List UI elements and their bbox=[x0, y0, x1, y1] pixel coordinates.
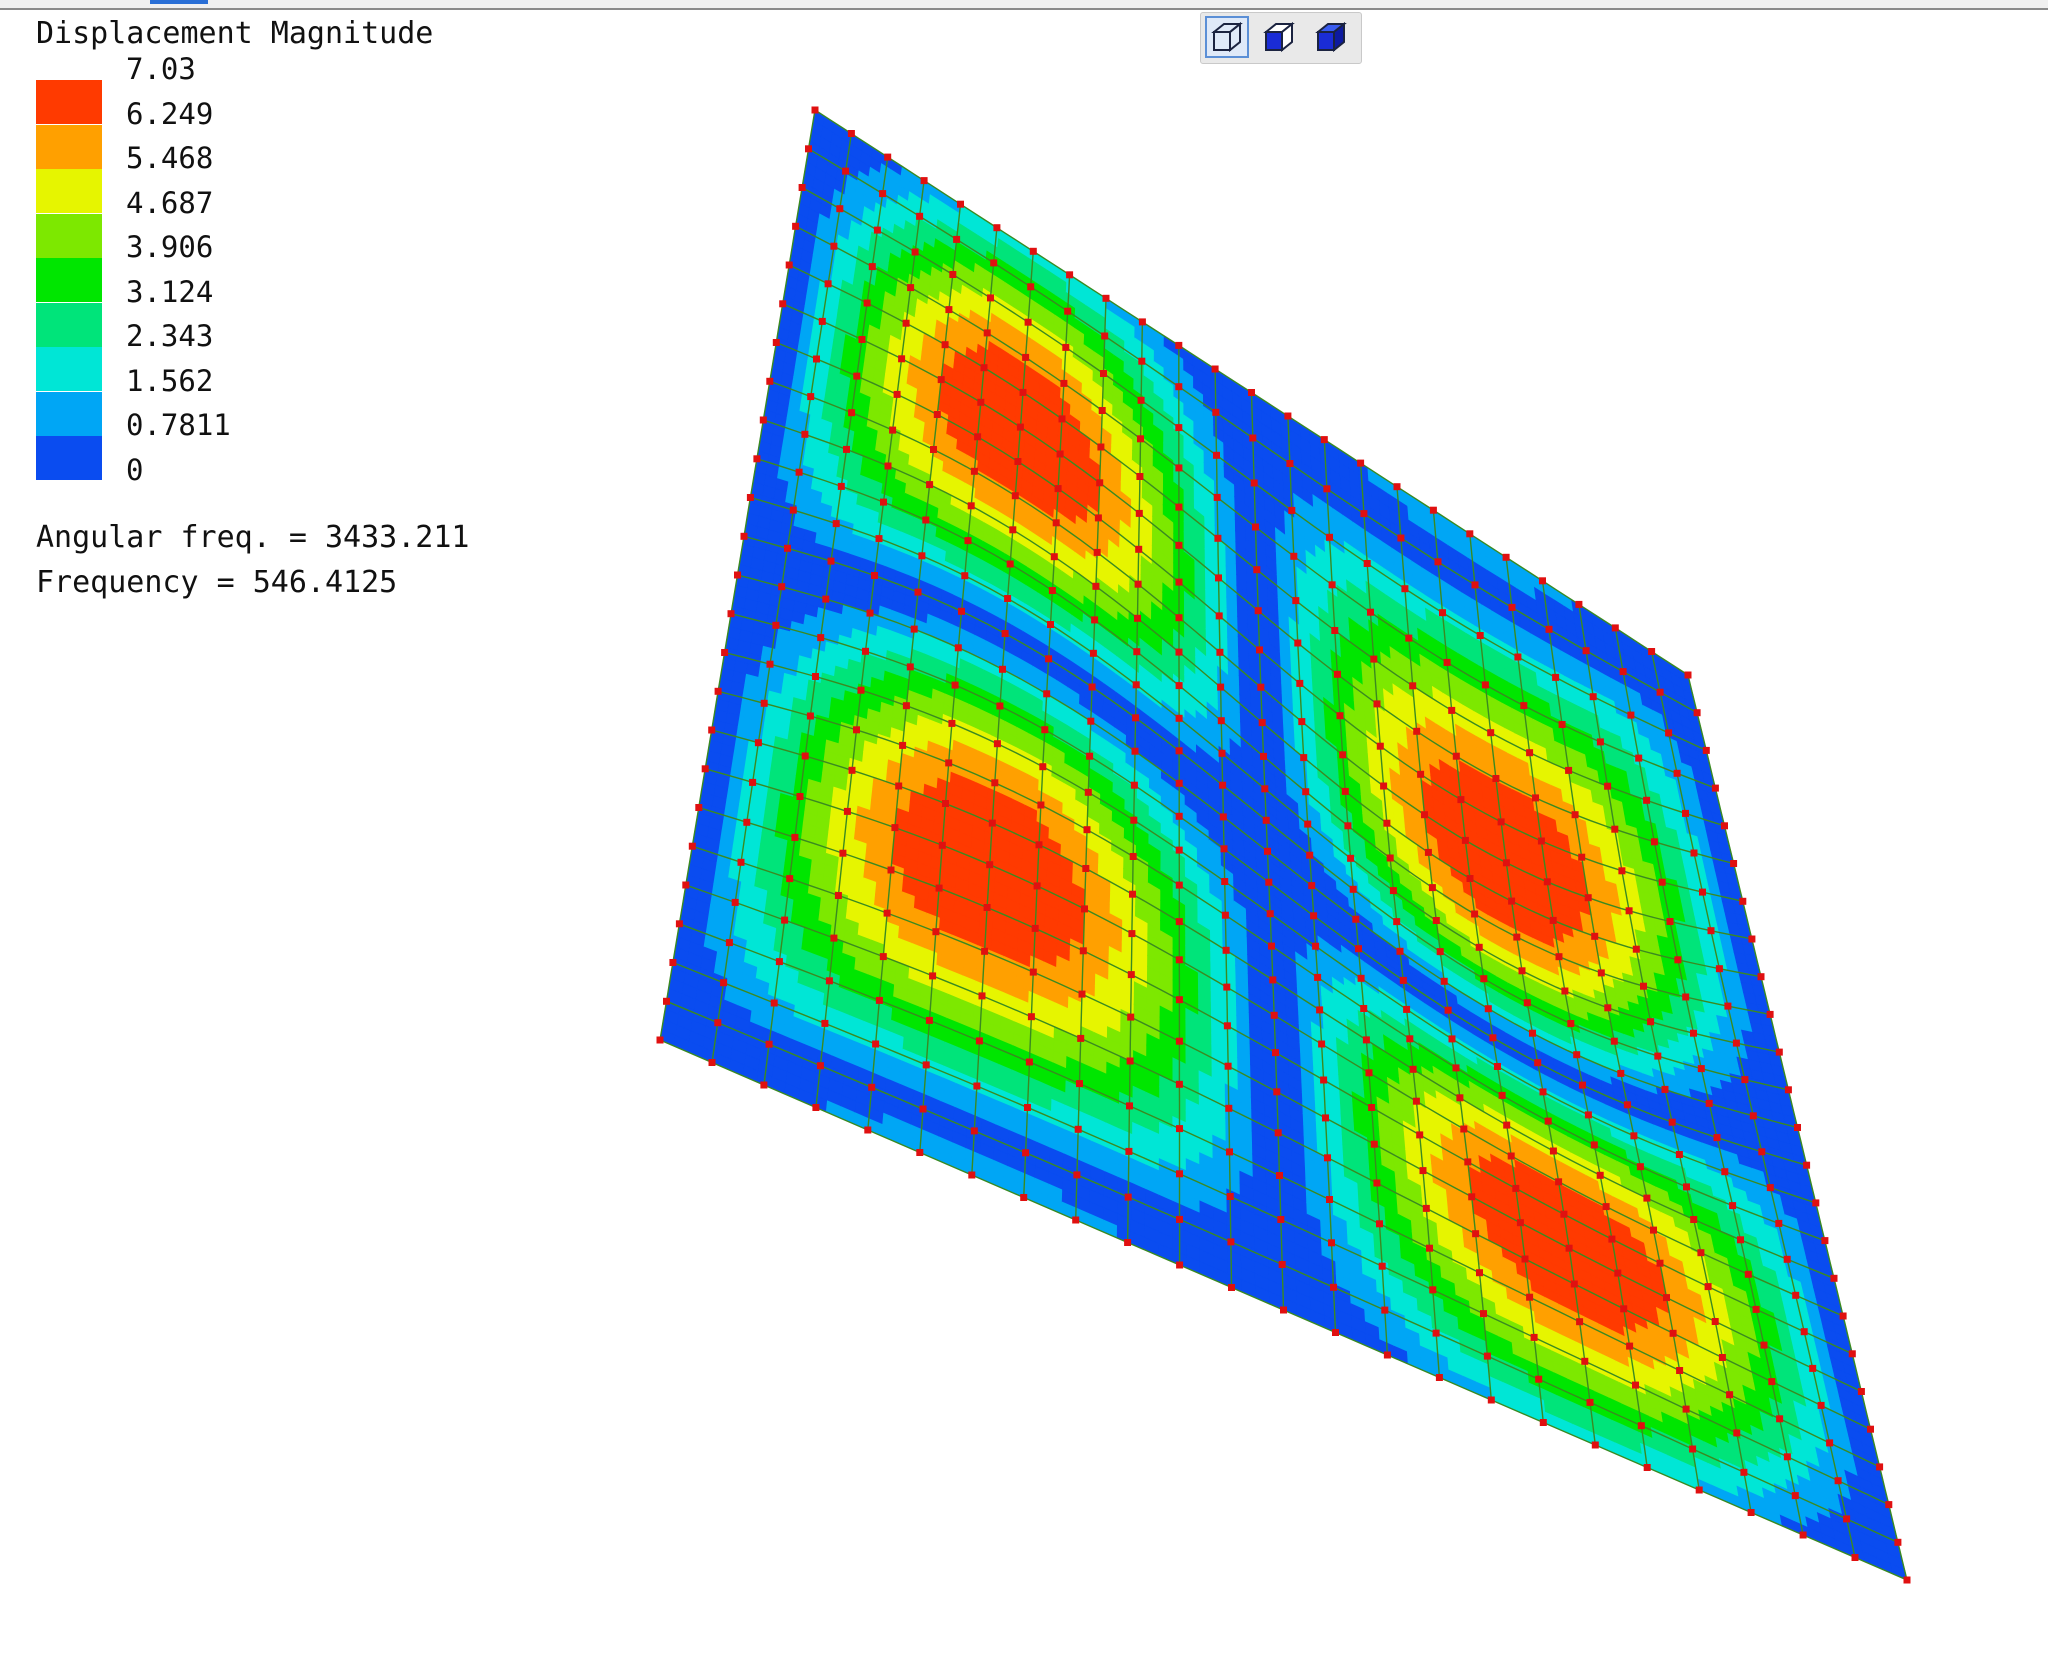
deformed-mesh-plot[interactable] bbox=[0, 0, 2048, 1673]
